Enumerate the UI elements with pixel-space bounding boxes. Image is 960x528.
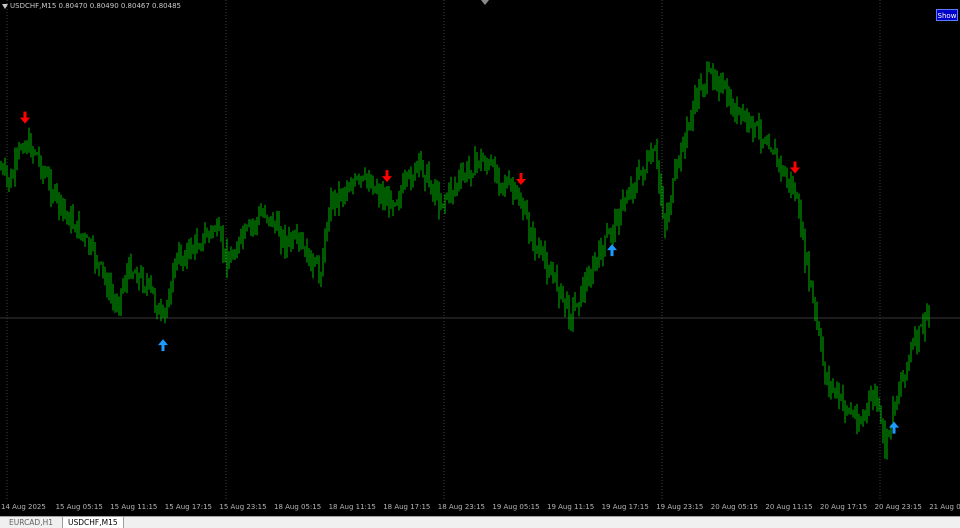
buy-arrow-icon bbox=[607, 244, 617, 257]
time-axis-label: 14 Aug 2025 bbox=[1, 503, 46, 511]
buy-arrow-icon bbox=[158, 339, 168, 352]
time-axis-label: 18 Aug 17:15 bbox=[383, 503, 431, 511]
price-chart[interactable] bbox=[0, 0, 960, 500]
chart-area[interactable]: USDCHF,M15 0.80470 0.80490 0.80467 0.804… bbox=[0, 0, 960, 500]
sell-arrow-icon bbox=[382, 170, 392, 183]
time-axis-label: 18 Aug 05:15 bbox=[274, 503, 322, 511]
time-axis-label: 19 Aug 23:15 bbox=[656, 503, 704, 511]
time-axis-label: 15 Aug 11:15 bbox=[110, 503, 158, 511]
sell-arrow-icon bbox=[20, 111, 30, 124]
time-axis-label: 20 Aug 17:15 bbox=[820, 503, 868, 511]
time-axis-label: 18 Aug 23:15 bbox=[437, 503, 485, 511]
time-axis-label: 15 Aug 23:15 bbox=[219, 503, 267, 511]
time-axis-label: 19 Aug 17:15 bbox=[601, 503, 649, 511]
chart-shift-marker-icon[interactable] bbox=[481, 0, 489, 5]
time-axis-label: 20 Aug 23:15 bbox=[874, 503, 922, 511]
chart-tab-bar: EURCAD,H1 USDCHF,M15 bbox=[0, 516, 960, 528]
chart-tab[interactable]: EURCAD,H1 bbox=[4, 517, 58, 528]
candles bbox=[0, 61, 930, 460]
time-axis-label: 20 Aug 05:15 bbox=[710, 503, 758, 511]
time-axis-label: 15 Aug 05:15 bbox=[55, 503, 103, 511]
dropdown-triangle-icon[interactable] bbox=[2, 3, 8, 9]
time-axis-label: 20 Aug 11:15 bbox=[765, 503, 813, 511]
signal-arrows bbox=[20, 111, 899, 434]
symbol-info: USDCHF,M15 0.80470 0.80490 0.80467 0.804… bbox=[2, 2, 181, 10]
time-axis-label: 21 Aug 05 bbox=[929, 503, 960, 511]
chart-tab[interactable]: USDCHF,M15 bbox=[62, 517, 124, 528]
chart-grid bbox=[0, 0, 960, 500]
time-axis-label: 19 Aug 05:15 bbox=[492, 503, 540, 511]
time-axis-label: 19 Aug 11:15 bbox=[547, 503, 595, 511]
time-axis: 14 Aug 2025 15 Aug 05:15 15 Aug 11:15 15 Au… bbox=[0, 500, 960, 516]
sell-arrow-icon bbox=[516, 173, 526, 186]
time-axis-label: 18 Aug 11:15 bbox=[328, 503, 376, 511]
symbol-info-text: USDCHF,M15 0.80470 0.80490 0.80467 0.804… bbox=[10, 2, 181, 10]
show-button[interactable]: Show bbox=[936, 9, 958, 21]
time-axis-label: 15 Aug 17:15 bbox=[164, 503, 212, 511]
